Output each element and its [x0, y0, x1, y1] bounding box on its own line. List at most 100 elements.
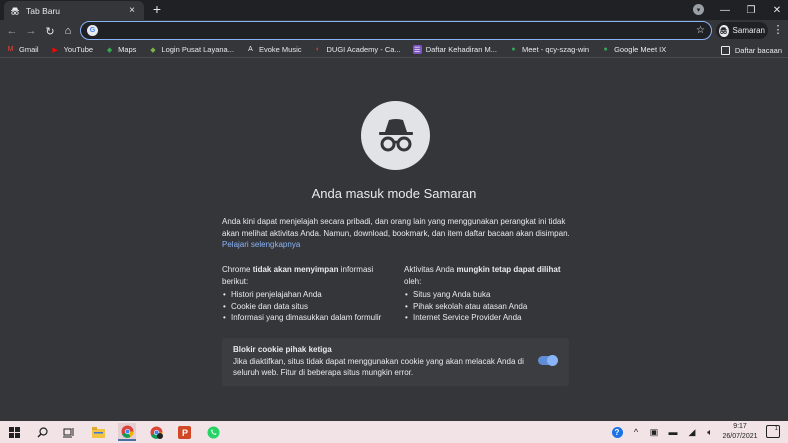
- windows-start-icon[interactable]: [5, 423, 23, 441]
- bookmark-label: Daftar Kehadiran M...: [425, 45, 497, 54]
- incognito-page: Anda masuk mode Samaran Anda kini dapat …: [0, 59, 788, 420]
- home-button[interactable]: ⌂: [60, 23, 76, 39]
- cookie-controls-card: Blokir cookie pihak ketiga Jika diaktifk…: [222, 338, 569, 386]
- intro-text: Anda kini dapat menjelajah secara pribad…: [222, 216, 572, 251]
- new-tab-button[interactable]: +: [150, 2, 164, 16]
- address-input[interactable]: [104, 25, 697, 36]
- close-window-button[interactable]: ✕: [764, 0, 788, 20]
- page-title: Anda masuk mode Samaran: [311, 186, 477, 201]
- cookie-title: Blokir cookie pihak ketiga: [233, 345, 332, 354]
- reading-list-button[interactable]: Daftar bacaan: [720, 42, 782, 58]
- bookmark-item[interactable]: ● Google Meet IX: [601, 45, 666, 54]
- heading-bold: mungkin tetap dapat dilihat: [456, 265, 561, 274]
- restore-button[interactable]: ❐: [738, 0, 764, 20]
- bookmark-label: DUGI Academy - Ca...: [326, 45, 401, 54]
- list-item: Situs yang Anda buka: [404, 289, 574, 301]
- incognito-profile-button[interactable]: Samaran: [716, 22, 768, 39]
- bookmarks-bar: M Gmail ▶ YouTube ◆ Maps ◆ Login Pusat Layan…: [0, 42, 788, 58]
- reload-button[interactable]: ↻: [42, 23, 58, 39]
- volume-icon[interactable]: 🔈︎: [704, 423, 716, 441]
- list-item: Pihak sekolah atau atasan Anda: [404, 301, 574, 313]
- minimize-button[interactable]: —: [712, 0, 738, 20]
- forms-icon: ☰: [412, 45, 422, 54]
- bookmark-icon: ◆: [150, 46, 156, 54]
- intro-body: Anda kini dapat menjelajah secara pribad…: [222, 217, 570, 238]
- heading-text: oleh:: [404, 276, 422, 286]
- network-icon[interactable]: ◢: [686, 423, 698, 441]
- back-button[interactable]: ←: [4, 23, 20, 39]
- dugi-icon: ◐: [315, 46, 321, 53]
- forward-button[interactable]: →: [23, 23, 39, 39]
- bookmark-item[interactable]: ● Meet - qcy-szag-win: [509, 45, 589, 54]
- system-clock[interactable]: 9:17 26/07/2021: [720, 422, 760, 442]
- notification-count: 1: [774, 426, 778, 432]
- bookmark-item[interactable]: M Gmail: [6, 45, 39, 54]
- heading-bold: tidak akan menyimpan: [252, 265, 339, 274]
- meet-icon: ●: [603, 46, 608, 53]
- google-icon: G: [87, 25, 98, 36]
- not-saved-heading: Chrome tidak akan menyimpan informasi be…: [222, 264, 392, 287]
- toggle-knob: [547, 355, 558, 366]
- help-icon[interactable]: ?: [611, 423, 623, 441]
- meet-icon: ●: [511, 46, 516, 53]
- battery-icon[interactable]: ▬: [666, 423, 680, 441]
- bookmark-label: Evoke Music: [258, 45, 302, 54]
- omnibox[interactable]: G ☆: [80, 21, 712, 40]
- list-item: Histori penjelajahan Anda: [222, 289, 392, 301]
- cookie-description: Jika diaktifkan, situs tidak dapat mengg…: [233, 357, 524, 377]
- reading-list-label: Daftar bacaan: [734, 45, 782, 55]
- bookmark-item[interactable]: ◆ Maps: [105, 45, 137, 54]
- bookmark-label: Google Meet IX: [614, 45, 667, 54]
- bookmark-item[interactable]: ▶ YouTube: [51, 45, 93, 54]
- not-saved-section: Chrome tidak akan menyimpan informasi be…: [222, 264, 392, 324]
- bookmark-label: Maps: [118, 45, 137, 54]
- task-view-icon[interactable]: [60, 423, 78, 441]
- heading-text: Aktivitas Anda: [404, 265, 457, 274]
- profile-label: Samaran: [732, 26, 765, 35]
- bookmark-label: Login Pusat Layana...: [161, 45, 234, 54]
- clock-date: 26/07/2021: [722, 433, 758, 440]
- incognito-icon: [361, 101, 430, 170]
- bookmark-item[interactable]: ◆ Login Pusat Layana...: [148, 45, 234, 54]
- svg-text:P: P: [182, 428, 188, 438]
- tab-title: Tab Baru: [26, 5, 61, 16]
- bookmark-item[interactable]: ◐ DUGI Academy - Ca...: [314, 45, 401, 54]
- clock-time: 9:17: [733, 423, 747, 430]
- notification-center-icon[interactable]: 1: [766, 425, 780, 438]
- list-item: Internet Service Provider Anda: [404, 312, 574, 324]
- list-item: Cookie dan data situs: [222, 301, 392, 313]
- bookmark-label: Gmail: [19, 45, 39, 54]
- learn-more-link[interactable]: Pelajari selengkapnya: [222, 240, 300, 249]
- chrome-incognito-app-icon[interactable]: [147, 423, 165, 441]
- taskbar: P ? ^ ▣ ▬ ◢ 🔈︎ 9:17 26/07/2021 1: [0, 421, 788, 443]
- meet-now-icon[interactable]: ▣: [648, 423, 660, 441]
- toolbar: ← → ↻ ⌂ G ☆ Samaran ⋮: [0, 20, 788, 42]
- chrome-app-icon[interactable]: [118, 423, 136, 441]
- powerpoint-icon[interactable]: P: [175, 423, 193, 441]
- tab-new-tab[interactable]: Tab Baru ×: [4, 1, 144, 20]
- chevron-up-icon[interactable]: ^: [630, 423, 642, 441]
- bookmark-item[interactable]: ☰ Daftar Kehadiran M...: [412, 45, 497, 54]
- heading-text: Chrome: [222, 265, 253, 274]
- bookmark-label: Meet - qcy-szag-win: [521, 45, 590, 54]
- reading-list-icon: [720, 45, 730, 55]
- incognito-icon: [10, 6, 20, 16]
- bookmark-label: YouTube: [63, 45, 94, 54]
- maps-icon: ◆: [106, 46, 113, 54]
- bookmark-item[interactable]: A Evoke Music: [246, 45, 302, 54]
- bookmark-star-icon[interactable]: ☆: [696, 25, 705, 36]
- tab-search-icon[interactable]: ▾: [693, 4, 704, 15]
- tab-strip: Tab Baru × + ▾ — ❐ ✕: [0, 0, 788, 20]
- search-icon[interactable]: [33, 423, 51, 441]
- list-item: Informasi yang dimasukkan dalam formulir: [222, 312, 392, 324]
- menu-button[interactable]: ⋮: [772, 23, 784, 39]
- youtube-icon: ▶: [52, 46, 58, 54]
- whatsapp-icon[interactable]: [204, 423, 222, 441]
- file-explorer-icon[interactable]: [89, 423, 107, 441]
- block-cookies-toggle[interactable]: [538, 355, 558, 366]
- gmail-icon: M: [7, 46, 14, 53]
- tab-close-icon[interactable]: ×: [126, 5, 138, 16]
- visible-to-section: Aktivitas Anda mungkin tetap dapat dilih…: [404, 264, 574, 324]
- incognito-icon: [719, 24, 729, 37]
- evoke-icon: A: [248, 46, 253, 53]
